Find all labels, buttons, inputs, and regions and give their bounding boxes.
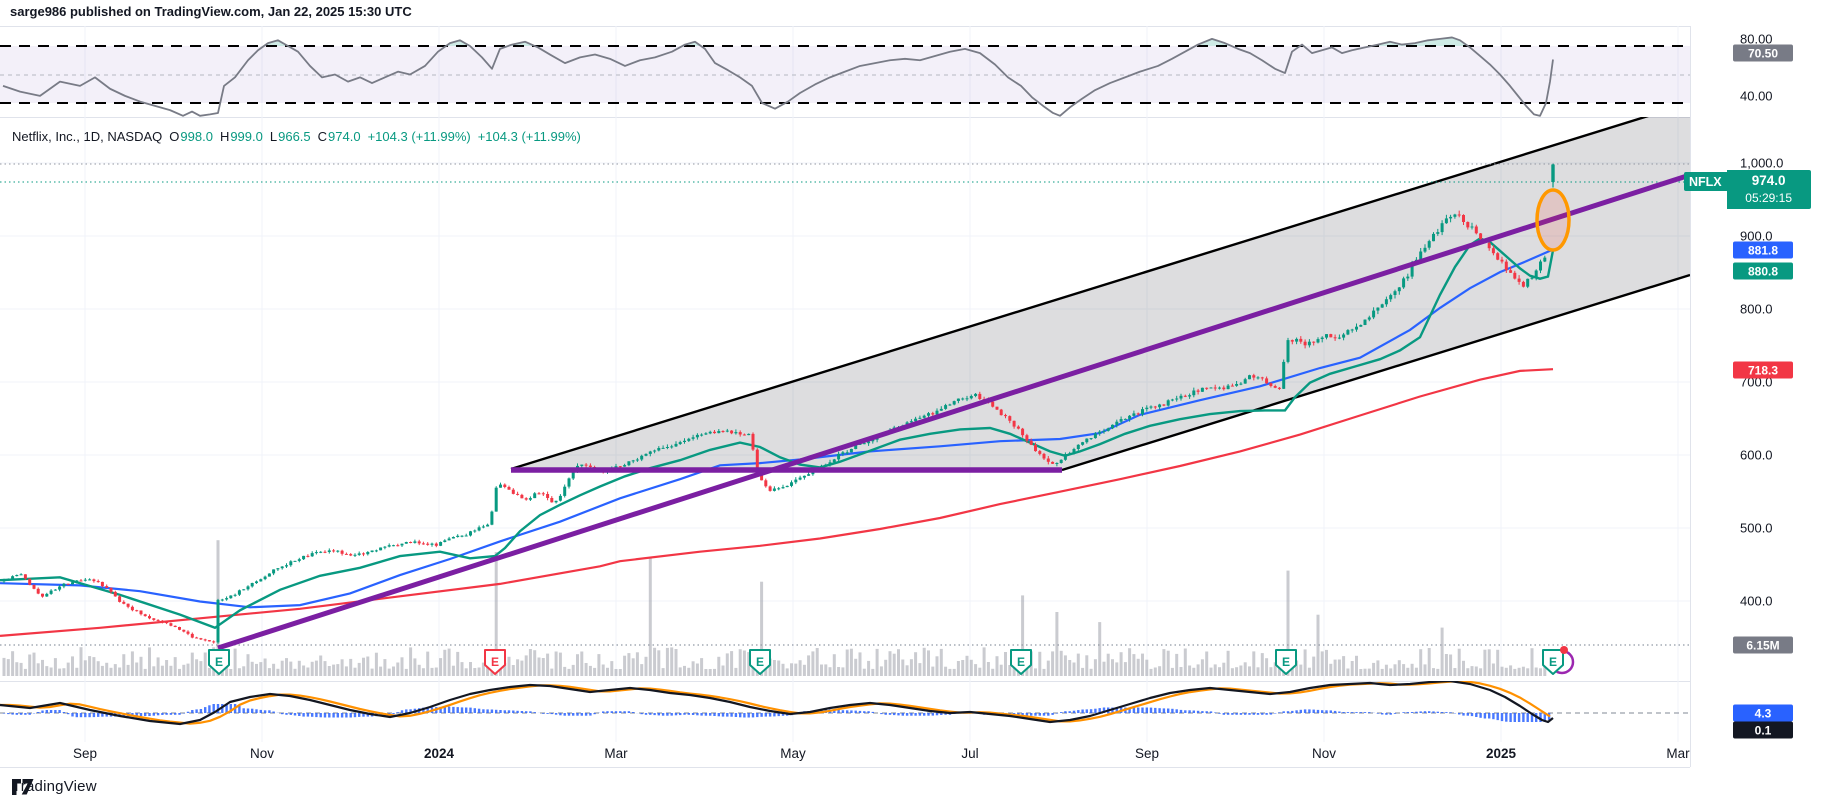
rsi-value-badge: 70.50 — [1733, 45, 1793, 62]
legend-part: +104.3 (+11.99%) — [478, 129, 581, 144]
legend-part: 966.5 — [278, 129, 311, 144]
legend-part: C — [318, 129, 327, 144]
time-axis-label[interactable]: Nov — [1312, 746, 1336, 761]
legend-part: +104.3 (+11.99%) — [368, 129, 471, 144]
time-axis-label[interactable]: Mar — [604, 746, 627, 761]
svg-text:E: E — [491, 655, 499, 669]
rsi-pane[interactable] — [0, 26, 1690, 117]
svg-text:E: E — [215, 655, 223, 669]
macd-line-badge: 0.1 — [1733, 722, 1793, 739]
breakout-ellipse-annotation[interactable] — [1537, 190, 1569, 250]
time-axis-label[interactable]: Jul — [961, 746, 978, 761]
volume-value-badge: 6.15M — [1733, 637, 1793, 654]
tradingview-logo-icon — [12, 779, 34, 795]
price-axis-separator — [1690, 26, 1691, 767]
svg-text:E: E — [1549, 655, 1557, 669]
legend-part: Netflix, Inc., 1D, NASDAQ — [12, 129, 162, 144]
svg-text:E: E — [1017, 655, 1025, 669]
last-price: 974.0 — [1727, 172, 1811, 190]
time-axis-label[interactable]: Mar — [1666, 746, 1689, 761]
svg-text:E: E — [756, 655, 764, 669]
time-axis-label[interactable]: Nov — [250, 746, 274, 761]
legend-part: 999.0 — [230, 129, 263, 144]
sma200-value-badge: 718.3 — [1733, 362, 1793, 379]
price-axis-label: 1,000.0 — [1740, 156, 1783, 171]
earnings-icon[interactable]: E — [1543, 646, 1573, 674]
time-axis-label[interactable]: 2024 — [424, 746, 454, 761]
price-axis-label: 400.0 — [1740, 594, 1773, 609]
time-axis-bottom-border — [0, 767, 1690, 768]
tradingview-published-chart: { "header": { "text": "sarge986 publishe… — [0, 0, 1827, 805]
symbol-tag: NFLX — [1684, 172, 1727, 191]
time-axis-label[interactable]: May — [780, 746, 806, 761]
macd-hist-badge: 4.3 — [1733, 705, 1793, 722]
symbol-price-badge: NFLX 974.0 05:29:15 — [1684, 170, 1811, 209]
published-header: sarge986 published on TradingView.com, J… — [10, 4, 412, 19]
macd-line — [0, 681, 1553, 724]
macd-pane[interactable] — [0, 681, 1690, 742]
legend-part: L — [270, 129, 277, 144]
symbol-legend: Netflix, Inc., 1D, NASDAQ O998.0 H999.0 L96… — [12, 129, 588, 144]
ema20-value-badge: 880.8 — [1733, 263, 1793, 280]
sma50-value-badge: 881.8 — [1733, 242, 1793, 259]
legend-part: 998.0 — [180, 129, 213, 144]
legend-part: O — [169, 129, 179, 144]
price-axis-label: 600.0 — [1740, 448, 1773, 463]
parallel-channel-fill[interactable] — [511, 117, 1690, 470]
time-axis-label[interactable]: Sep — [73, 746, 97, 761]
time-axis-label[interactable]: Sep — [1135, 746, 1159, 761]
tradingview-logo[interactable]: TradingView — [12, 778, 97, 795]
price-axis-label: 800.0 — [1740, 302, 1773, 317]
legend-part: H — [220, 129, 229, 144]
bar-countdown: 05:29:15 — [1727, 190, 1811, 207]
legend-part: 974.0 — [328, 129, 361, 144]
time-axis-label[interactable]: 2025 — [1486, 746, 1516, 761]
volume-bars — [3, 540, 1547, 676]
svg-text:E: E — [1282, 655, 1290, 669]
price-axis-label: 500.0 — [1740, 521, 1773, 536]
price-pane[interactable]: EEEEEE — [0, 117, 1690, 681]
price-axis-label: 40.00 — [1740, 89, 1773, 104]
